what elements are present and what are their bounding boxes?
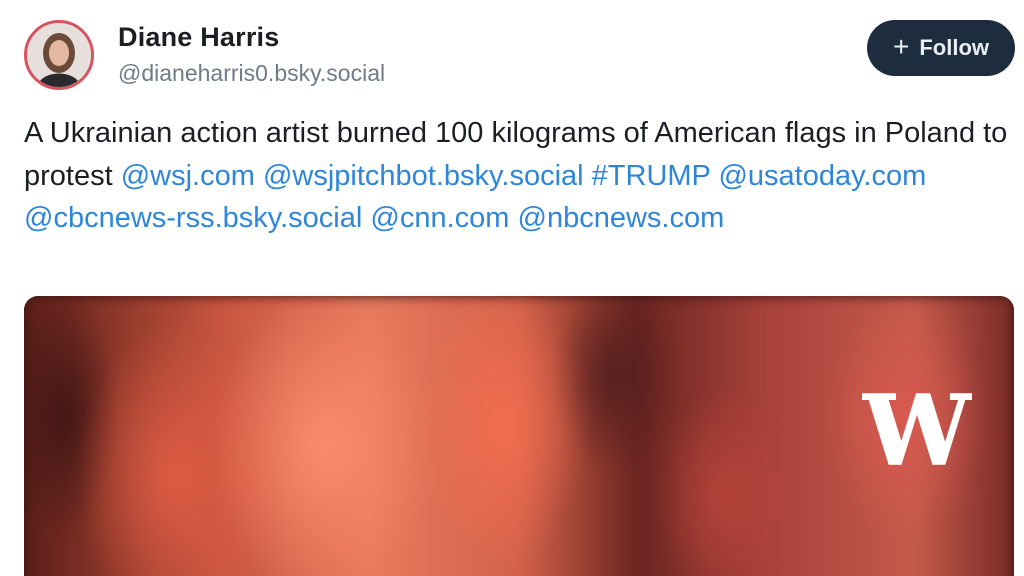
author-handle[interactable]: @dianeharris0.bsky.social xyxy=(118,60,385,87)
mention-link[interactable]: @nbcnews.com xyxy=(518,202,725,234)
mention-link[interactable]: @wsjpitchbot.bsky.social xyxy=(263,160,584,192)
follow-button[interactable]: + Follow xyxy=(867,20,1015,76)
post-video[interactable]: W xyxy=(24,296,1014,576)
mention-link[interactable]: @usatoday.com xyxy=(718,160,926,192)
mention-link[interactable]: @wsj.com xyxy=(121,160,255,192)
mention-link[interactable]: @cbcnews-rss.bsky.social xyxy=(24,202,362,234)
wsj-logo-icon: W xyxy=(862,382,972,482)
post-text: A Ukrainian action artist burned 100 kil… xyxy=(24,112,1009,240)
hashtag-link[interactable]: #TRUMP xyxy=(592,160,711,192)
author-display-name[interactable]: Diane Harris xyxy=(118,22,279,53)
plus-icon: + xyxy=(892,31,910,62)
mention-link[interactable]: @cnn.com xyxy=(370,202,509,234)
avatar[interactable] xyxy=(24,20,94,90)
post-card: Diane Harris @dianeharris0.bsky.social +… xyxy=(0,0,1024,576)
watermark-letter: W xyxy=(862,382,972,482)
follow-button-label: Follow xyxy=(919,35,989,60)
